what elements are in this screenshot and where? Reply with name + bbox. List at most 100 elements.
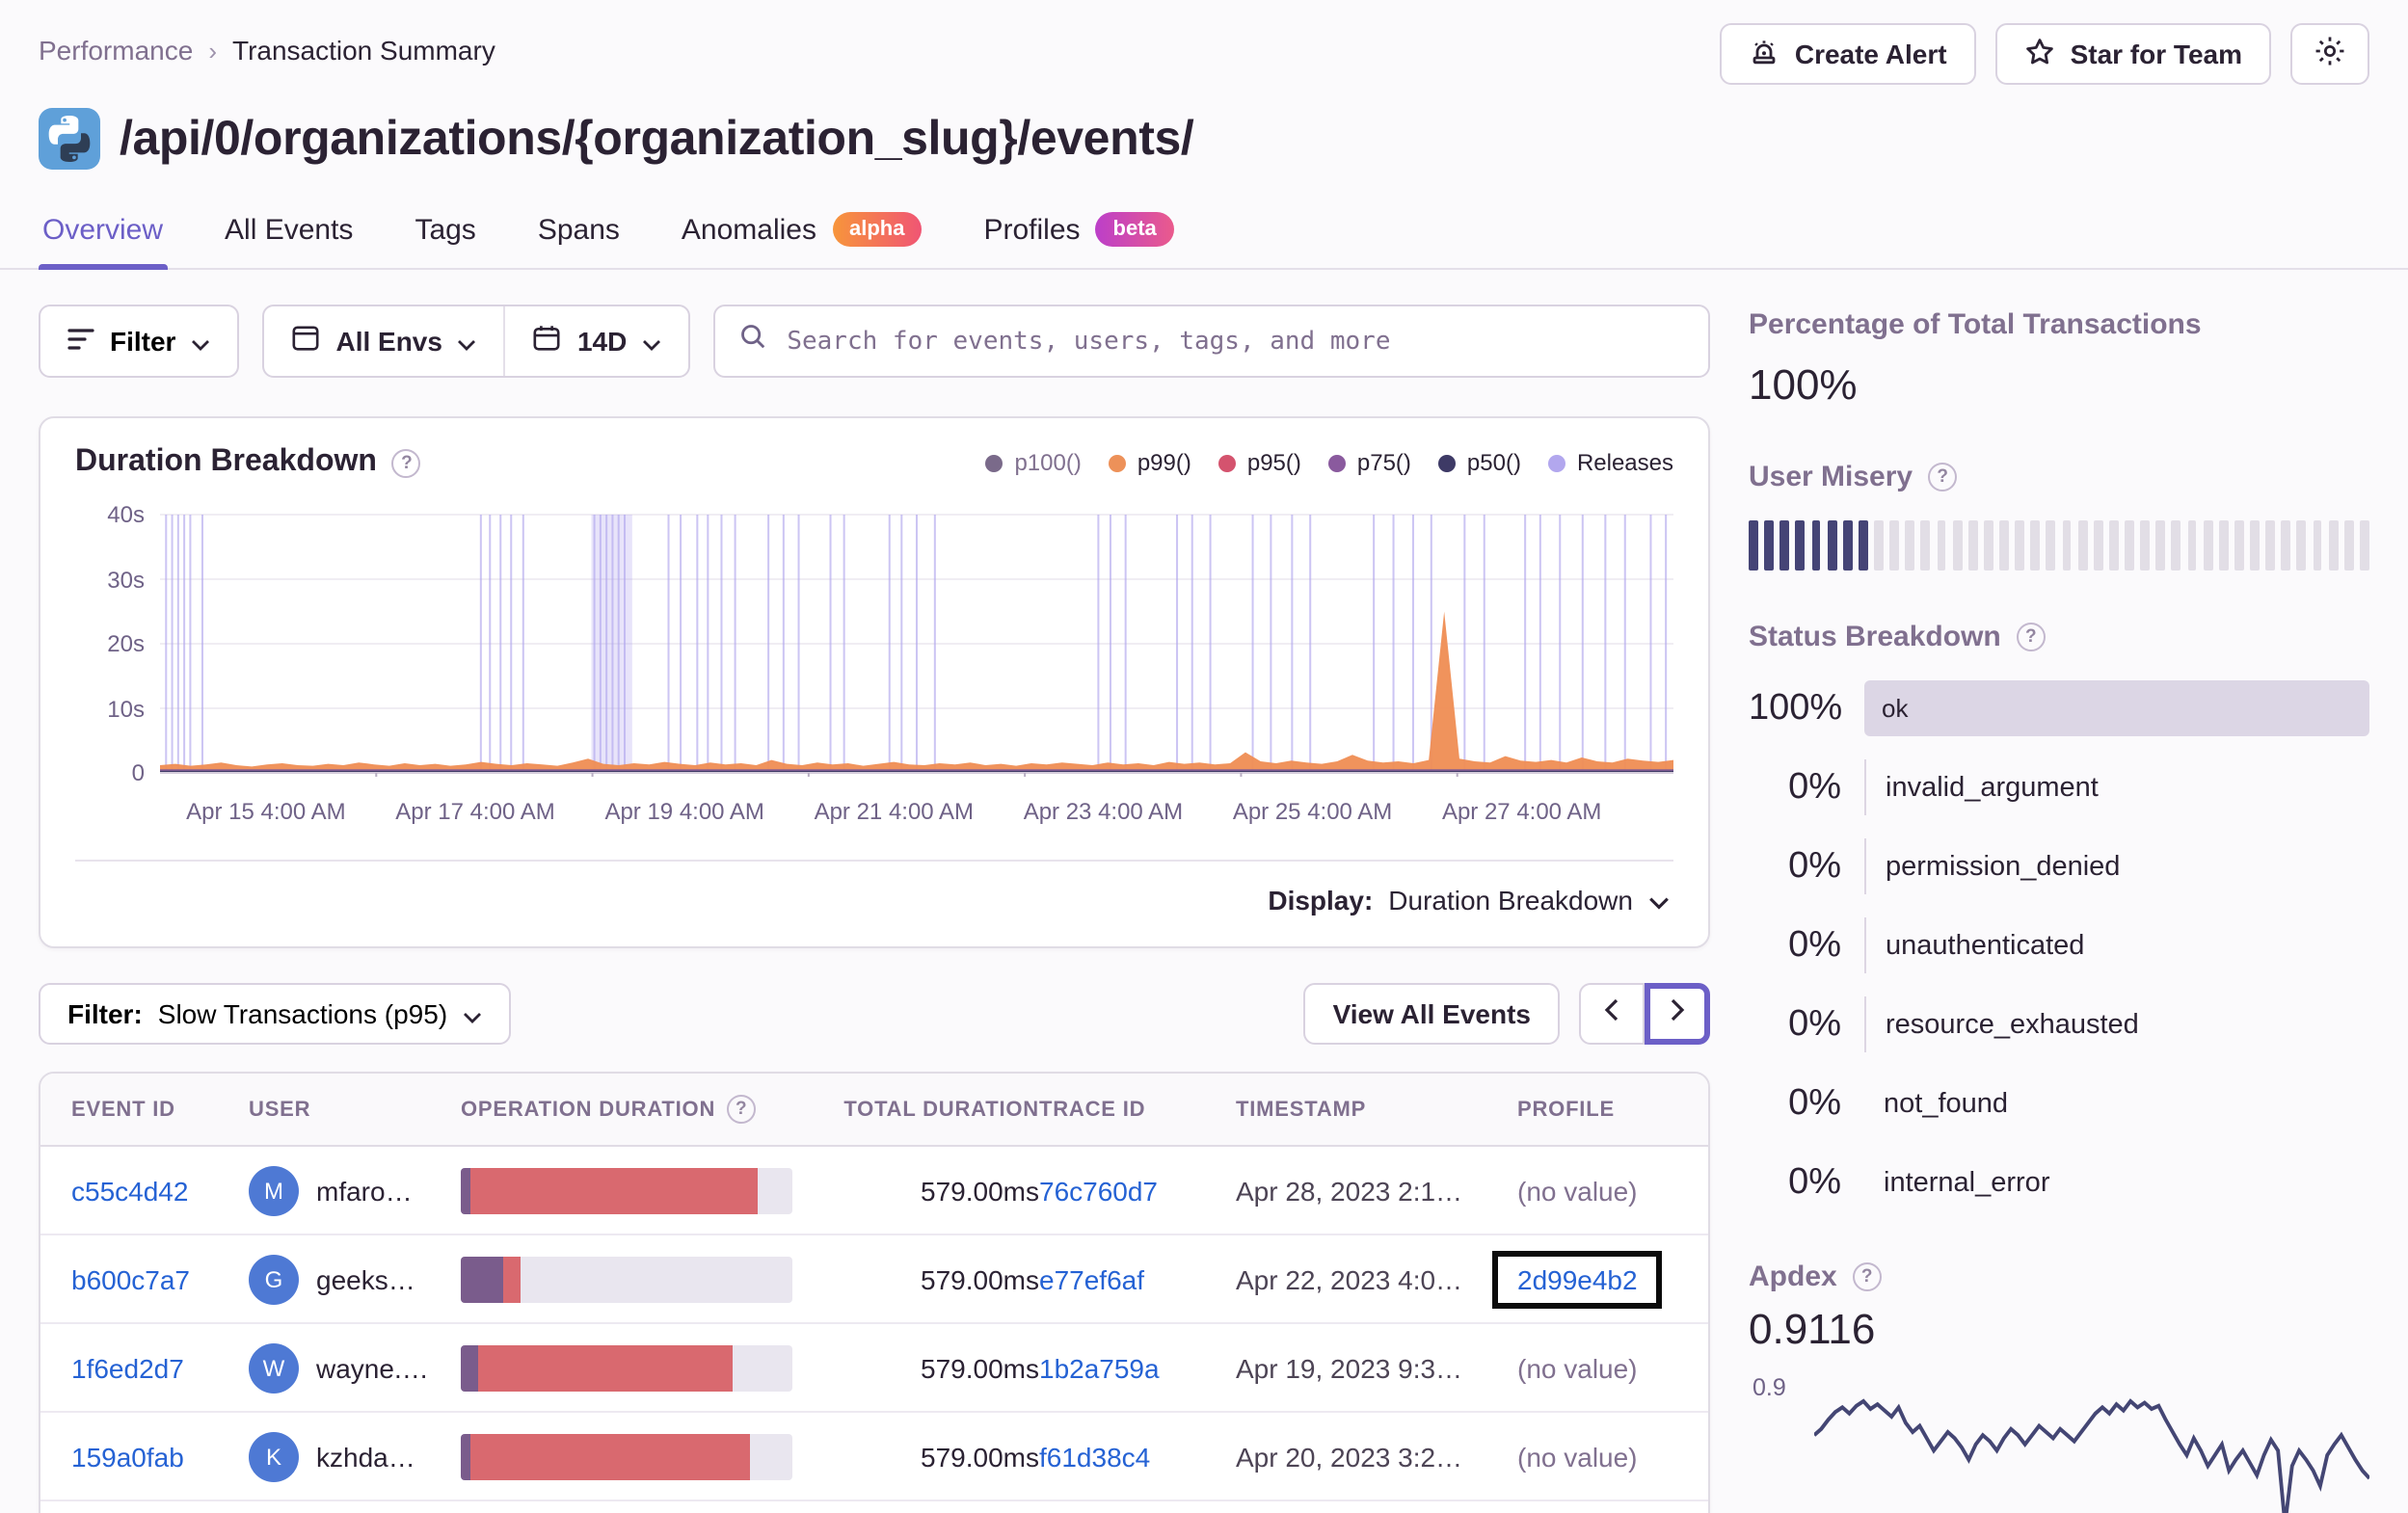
slow-transactions-filter-dropdown[interactable]: Filter: Slow Transactions (p95) [39, 983, 512, 1045]
duration-chart-plot[interactable] [160, 507, 1673, 781]
tab-label: Anomalies [681, 213, 816, 246]
event-id-link[interactable]: 1f6ed2d7 [71, 1352, 184, 1383]
misery-tick [1999, 520, 2009, 571]
event-id-link[interactable]: b600c7a7 [71, 1263, 190, 1294]
operation-duration-bar[interactable] [461, 1344, 792, 1391]
user-misery-section: User Misery ? [1749, 461, 2369, 571]
status-percent: 0% [1788, 924, 1841, 965]
misery-tick [1764, 520, 1775, 571]
misery-tick [2108, 520, 2119, 571]
help-icon[interactable]: ? [391, 448, 421, 477]
profile-cell: (no value) [1517, 1352, 1677, 1383]
legend-item-p99[interactable]: p99() [1108, 449, 1191, 476]
alpha-badge: alpha [832, 212, 923, 247]
legend-item-p75[interactable]: p75() [1327, 449, 1411, 476]
total-duration-value: 579.00ms [921, 1263, 1039, 1294]
trace-id-link[interactable]: f61d38c4 [1039, 1441, 1150, 1472]
help-icon[interactable]: ? [1852, 1262, 1882, 1291]
search-container [713, 305, 1710, 378]
avatar: G [249, 1254, 299, 1304]
legend-item-p100[interactable]: p100() [985, 449, 1082, 476]
display-dropdown[interactable]: Duration Breakdown [1388, 885, 1670, 916]
operation-duration-cell [461, 1167, 839, 1213]
tab-label: All Events [225, 213, 354, 246]
settings-button[interactable] [2290, 23, 2369, 85]
status-row-not_found: 0% not_found [1749, 1075, 2369, 1131]
filter-dropdown[interactable]: Filter [39, 305, 240, 378]
misery-tick [2187, 520, 2197, 571]
misery-tick [2218, 520, 2229, 571]
total-duration-value: 579.00ms [921, 1441, 1039, 1472]
column-header-operation-duration: Operation Duration? [461, 1095, 839, 1124]
chevron-down-icon [1648, 885, 1670, 916]
date-range-selector[interactable]: 14D [503, 306, 688, 376]
status-label: resource_exhausted [1886, 1009, 2139, 1040]
misery-tick [1795, 520, 1806, 571]
tab-overview[interactable]: Overview [39, 200, 167, 270]
environment-selector[interactable]: All Envs [264, 306, 504, 376]
breadcrumb-performance[interactable]: Performance [39, 35, 193, 66]
misery-tick [1811, 520, 1821, 571]
events-table: Event ID User Operation Duration? Total Dur… [39, 1072, 1710, 1513]
help-icon[interactable]: ? [727, 1095, 757, 1124]
misery-tick [1779, 520, 1790, 571]
status-label: permission_denied [1886, 851, 2121, 882]
operation-duration-bar[interactable] [461, 1433, 792, 1479]
profile-no-value: (no value) [1517, 1352, 1638, 1383]
tab-all-events[interactable]: All Events [221, 200, 357, 268]
tab-profiles[interactable]: Profiles beta [979, 200, 1177, 268]
column-header-event-id: Event ID [71, 1098, 249, 1121]
table-filter-label: Filter: [67, 998, 143, 1029]
status-ok-bar[interactable]: ok [1864, 680, 2369, 736]
tab-tags[interactable]: Tags [411, 200, 479, 268]
trace-id-link[interactable]: 76c760d7 [1039, 1175, 1158, 1206]
status-breakdown-section: Status Breakdown ? 100% ok 0% invalid_argum… [1749, 621, 2369, 1210]
sidebar: Percentage of Total Transactions 100% Us… [1749, 305, 2371, 1513]
operation-duration-bar[interactable] [461, 1256, 792, 1302]
event-id-link[interactable]: 159a0fab [71, 1441, 184, 1472]
legend-item-Releases[interactable]: Releases [1547, 449, 1673, 476]
search-icon [738, 322, 767, 360]
event-id-link[interactable]: c55c4d42 [71, 1175, 188, 1206]
view-all-events-button[interactable]: View All Events [1303, 983, 1560, 1045]
next-page-button[interactable] [1645, 983, 1710, 1045]
duration-y-tick: 40s [107, 501, 145, 528]
misery-tick [2359, 520, 2369, 571]
display-label: Display: [1268, 885, 1374, 916]
search-input[interactable] [787, 327, 1685, 356]
legend-item-p50[interactable]: p50() [1437, 449, 1521, 476]
star-for-team-button[interactable]: Star for Team [1994, 23, 2271, 85]
operation-duration-bar[interactable] [461, 1167, 792, 1213]
event-id-cell: 159a0fab [71, 1441, 249, 1472]
chevron-down-icon [463, 998, 482, 1029]
op-duration-other-segment [461, 1167, 471, 1213]
transaction-summary-page: Performance › Transaction Summary Create… [0, 0, 2408, 1513]
previous-page-button[interactable] [1579, 983, 1645, 1045]
profile-id-link[interactable]: 2d99e4b2 [1517, 1263, 1638, 1294]
trace-id-link[interactable]: e77ef6af [1039, 1263, 1144, 1294]
create-alert-button[interactable]: Create Alert [1719, 23, 1976, 85]
apdex-chart: 0.9 0.8 [1749, 1370, 2371, 1513]
duration-x-tick: Apr 23 4:00 AM [1023, 798, 1184, 825]
legend-item-p95[interactable]: p95() [1217, 449, 1301, 476]
misery-tick [2093, 520, 2103, 571]
chevron-down-icon [191, 326, 210, 357]
misery-tick [1952, 520, 1963, 571]
avatar: K [249, 1431, 299, 1481]
gear-icon [2314, 35, 2346, 73]
help-icon[interactable]: ? [1928, 463, 1958, 491]
trace-id-link[interactable]: 1b2a759a [1039, 1352, 1160, 1383]
misery-tick [2140, 520, 2151, 571]
tab-spans[interactable]: Spans [534, 200, 624, 268]
user-cell: Wwayne.… [249, 1342, 461, 1393]
chevron-left-icon [1604, 996, 1619, 1031]
status-label: invalid_argument [1886, 772, 2099, 803]
duration-x-tick: Apr 17 4:00 AM [395, 798, 555, 825]
column-header-timestamp: Timestamp [1236, 1098, 1517, 1121]
profile-no-value: (no value) [1517, 1441, 1638, 1472]
tab-anomalies[interactable]: Anomalies alpha [678, 200, 926, 268]
misery-tick [2046, 520, 2056, 571]
duration-y-tick: 30s [107, 566, 145, 593]
help-icon[interactable]: ? [2016, 623, 2046, 651]
misery-tick [2030, 520, 2041, 571]
